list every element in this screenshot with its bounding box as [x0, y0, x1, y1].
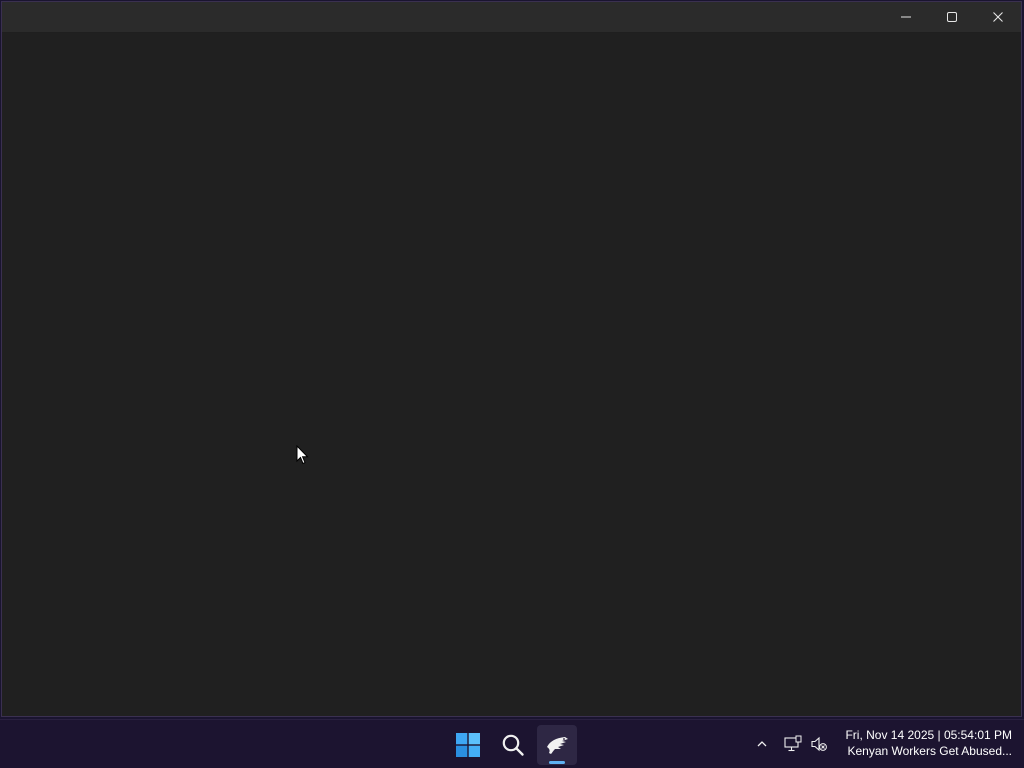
volume-button[interactable] [808, 732, 830, 756]
app-window [1, 1, 1022, 717]
windows-start-icon [456, 733, 480, 757]
minimize-icon [901, 16, 911, 18]
search-button[interactable] [493, 725, 533, 765]
search-icon [502, 734, 524, 756]
show-hidden-icons-button[interactable] [751, 732, 773, 756]
minimize-button[interactable] [883, 2, 929, 32]
network-button[interactable] [782, 732, 804, 756]
title-bar[interactable] [2, 2, 1021, 33]
maximize-button[interactable] [929, 2, 975, 32]
mouse-cursor-icon [296, 444, 310, 470]
active-app-indicator [549, 761, 565, 764]
maximize-icon [947, 12, 957, 22]
network-icon [784, 735, 802, 752]
close-button[interactable] [975, 2, 1021, 32]
start-button[interactable] [448, 725, 488, 765]
close-icon [993, 12, 1003, 22]
taskbar-app-button[interactable] [537, 725, 577, 765]
news-ticker: Kenyan Workers Get Abused... [847, 744, 1012, 758]
chevron-up-icon [757, 741, 767, 747]
volume-muted-icon [811, 736, 827, 752]
app-icon [547, 737, 568, 754]
window-content[interactable] [2, 33, 1021, 716]
taskbar-clock[interactable]: Fri, Nov 14 2025 | 05:54:01 PM Kenyan Wo… [836, 727, 1012, 759]
desktop: Fri, Nov 14 2025 | 05:54:01 PM Kenyan Wo… [0, 0, 1024, 768]
clock-datetime: Fri, Nov 14 2025 | 05:54:01 PM [845, 728, 1012, 742]
